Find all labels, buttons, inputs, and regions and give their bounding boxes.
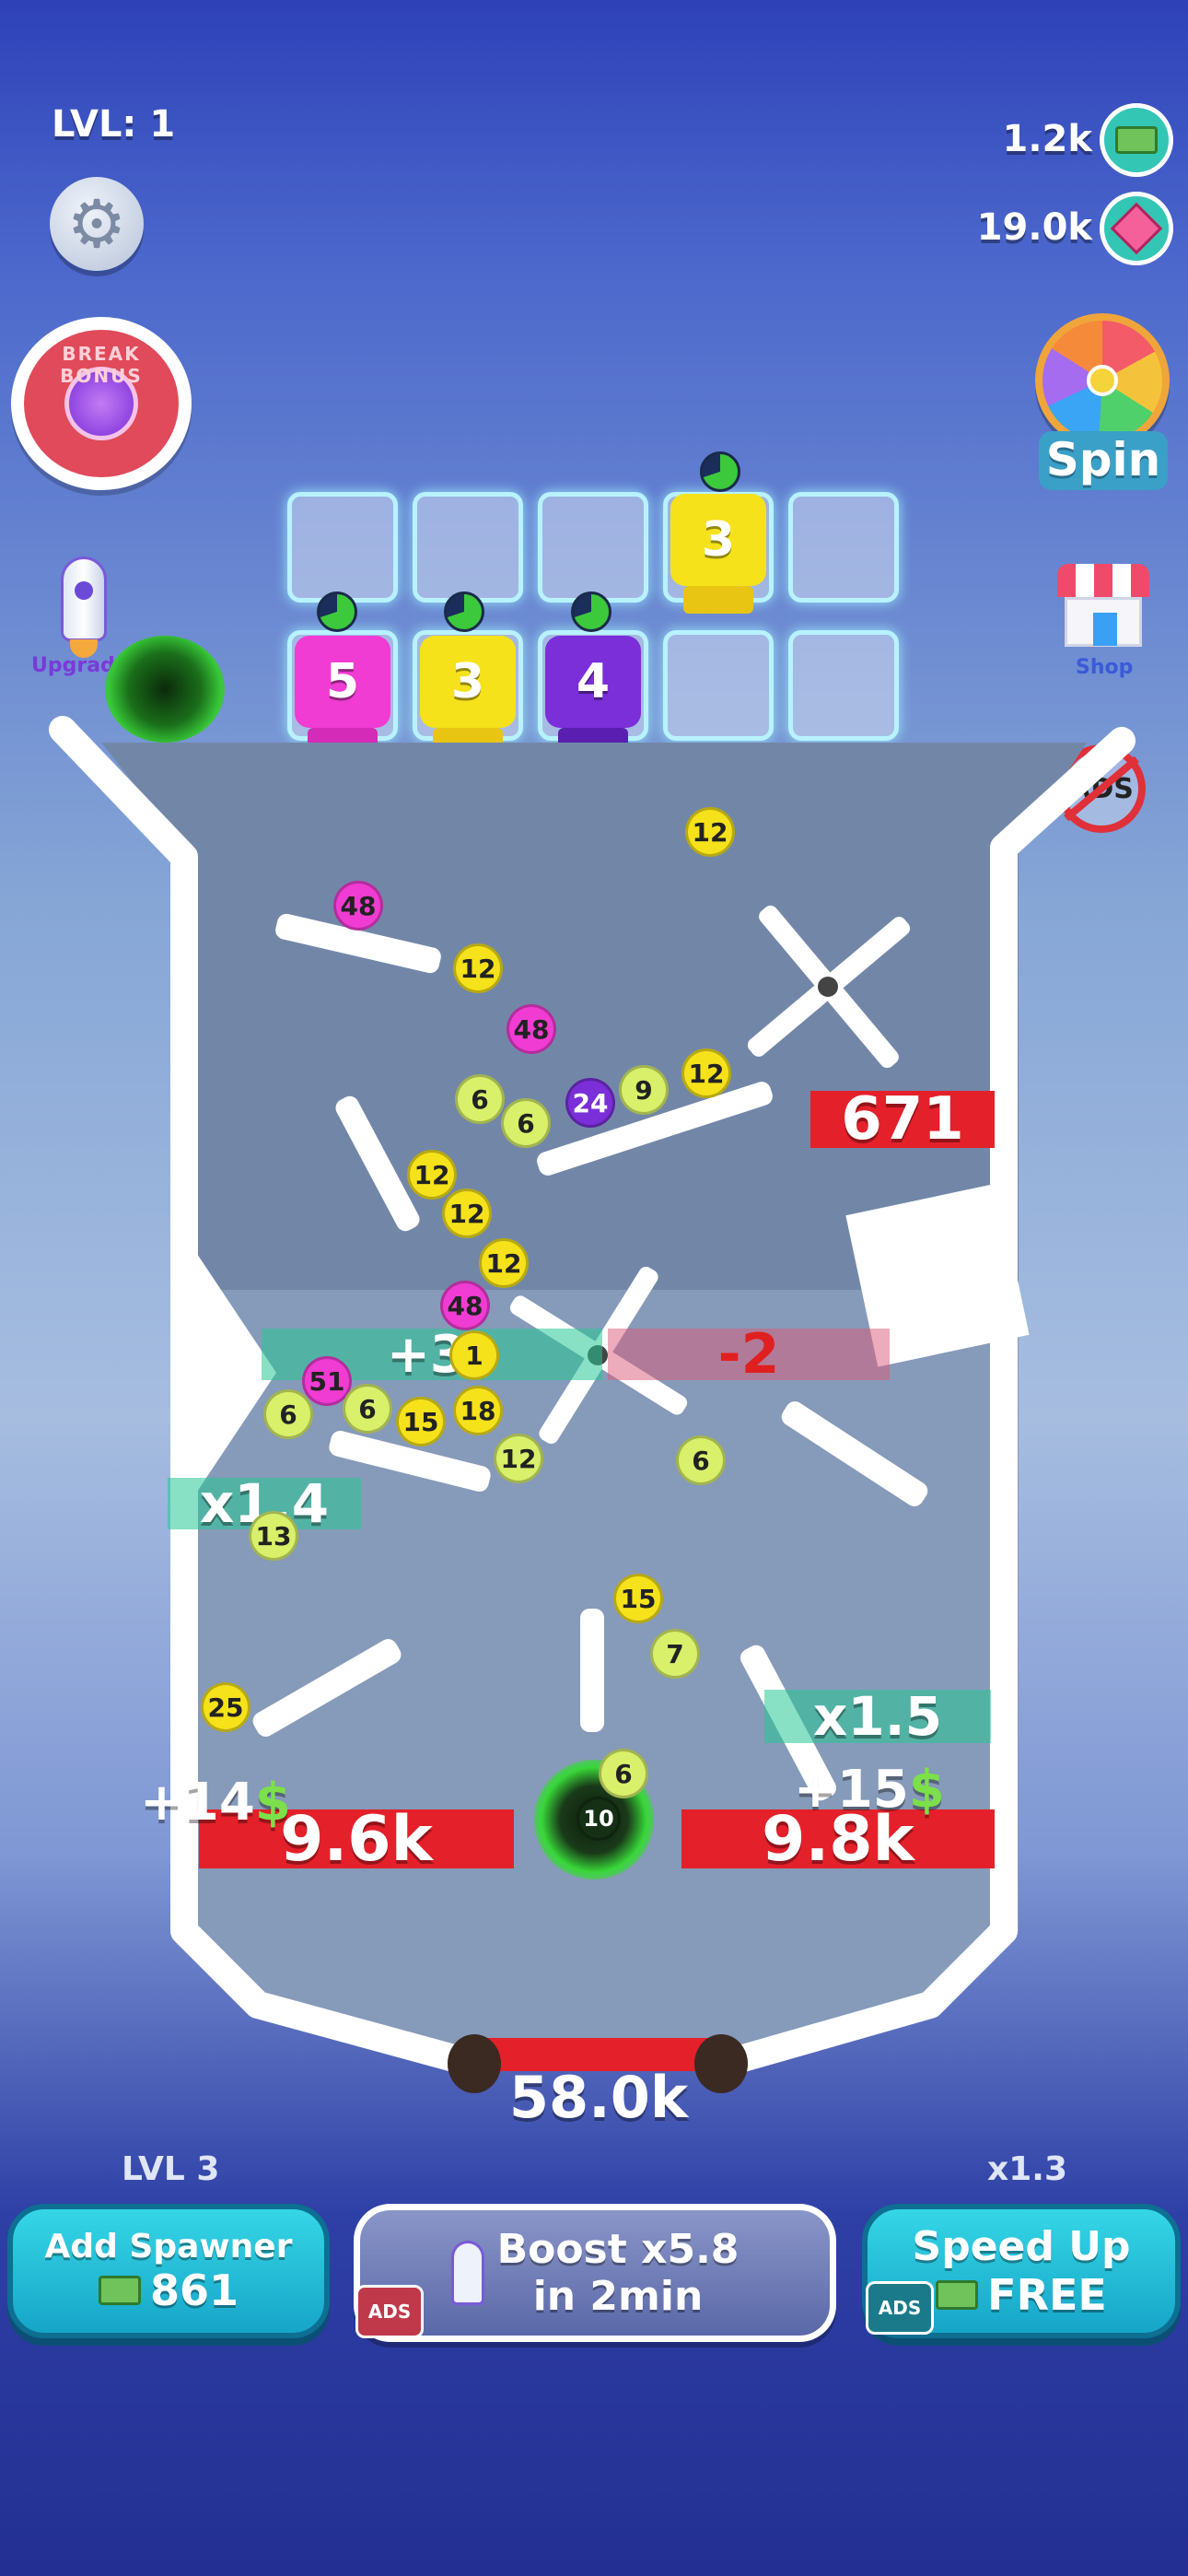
ball: 24 <box>565 1078 615 1128</box>
ball: 7 <box>650 1629 700 1679</box>
ball: 48 <box>440 1281 490 1330</box>
collector-post <box>694 2034 748 2093</box>
top-block-value: 671 <box>810 1085 995 1153</box>
ball: 1 <box>449 1330 499 1380</box>
boost-line2: in 2min <box>532 2273 704 2320</box>
speed-up-cost: FREE <box>987 2269 1107 2320</box>
platform <box>580 1609 604 1732</box>
boost-line1: Boost x5.8 <box>496 2226 740 2273</box>
spawner-level-label: LVL 3 <box>122 2150 220 2188</box>
ball: 18 <box>453 1386 503 1435</box>
speed-up-label: Speed Up <box>912 2222 1131 2270</box>
cash-icon <box>936 2279 979 2310</box>
float-reward-right: +15$ <box>794 1760 945 1820</box>
ball: 15 <box>396 1397 446 1446</box>
ball: 6 <box>501 1098 551 1148</box>
ball: 6 <box>599 1749 648 1798</box>
ball: 12 <box>479 1238 529 1288</box>
ball: 6 <box>263 1389 313 1439</box>
ball: 12 <box>494 1434 543 1483</box>
ball: 6 <box>455 1074 505 1124</box>
ball: 10 <box>577 1797 621 1841</box>
cash-icon <box>98 2275 141 2305</box>
ball: 13 <box>249 1511 298 1561</box>
multiplier-right-label: x1.5 <box>812 1685 943 1748</box>
add-spawner-cost: 861 <box>149 2265 239 2315</box>
add-spawner-button[interactable]: Add Spawner 861 <box>7 2204 330 2338</box>
ball: 12 <box>407 1150 457 1200</box>
ball: 25 <box>201 1682 250 1732</box>
ball: 6 <box>343 1384 392 1434</box>
speed-ads-tag: ADS <box>866 2281 934 2335</box>
rocket-icon <box>450 2241 484 2305</box>
ball: 12 <box>442 1188 492 1238</box>
ball: 48 <box>333 881 383 931</box>
dollar-icon: $ <box>254 1773 291 1832</box>
boost-button[interactable]: Boost x5.8 in 2min <box>354 2204 836 2342</box>
ball: 12 <box>685 807 735 857</box>
minus-zone: -2 <box>608 1322 890 1387</box>
ball: 9 <box>619 1065 669 1115</box>
dollar-icon: $ <box>908 1760 945 1820</box>
spinner-top <box>737 902 921 1071</box>
ball: 12 <box>453 943 503 993</box>
add-spawner-label: Add Spawner <box>44 2227 293 2266</box>
bottom-collector-value: 58.0k <box>508 2064 689 2131</box>
left-pocket-value: 9.6k <box>280 1802 433 1876</box>
ball: 12 <box>681 1048 731 1098</box>
float-reward-left: +14$ <box>140 1773 291 1832</box>
collector-post <box>448 2034 501 2093</box>
ball: 48 <box>507 1004 556 1054</box>
boost-ads-tag: ADS <box>355 2285 424 2338</box>
speed-multiplier-label: x1.3 <box>987 2150 1067 2188</box>
multiplier-zone-right: x1.5 <box>764 1685 991 1748</box>
ball: 6 <box>676 1435 726 1485</box>
minus-zone-label: -2 <box>717 1322 780 1387</box>
ball: 15 <box>613 1574 663 1623</box>
